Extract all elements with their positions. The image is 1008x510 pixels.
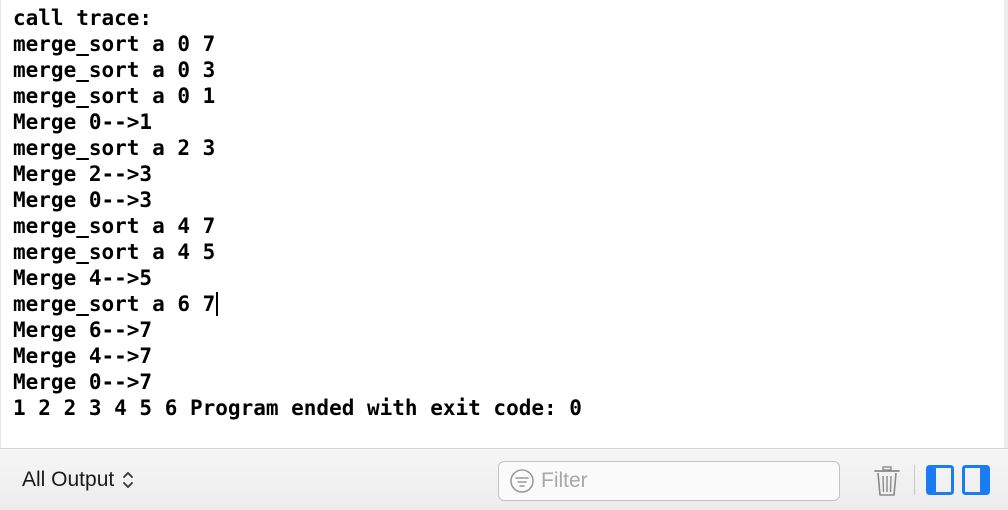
console-line: Merge 2-->3 <box>13 162 153 186</box>
console-line: merge_sort a 0 7 <box>13 32 216 56</box>
console-line: merge_sort a 4 5 <box>13 240 216 264</box>
console-line: Merge 4-->5 <box>13 266 153 290</box>
console-line: Merge 0-->1 <box>13 110 153 134</box>
trash-icon[interactable] <box>872 465 902 497</box>
console-line: Merge 0-->7 <box>13 370 153 394</box>
console-line: merge_sort a 4 7 <box>13 214 216 238</box>
console-line: 1 2 2 3 4 5 6 Program ended with exit co… <box>13 396 582 420</box>
console-line: Merge 0-->3 <box>13 188 153 212</box>
console-line: call trace: <box>13 6 153 30</box>
left-pane-icon[interactable] <box>926 464 954 496</box>
text-caret <box>216 292 219 316</box>
console-bottom-bar: All Output <box>0 448 1008 510</box>
console-line: merge_sort a 6 7 <box>13 292 216 316</box>
console-line: Merge 6-->7 <box>13 318 153 342</box>
console-line: Merge 4-->7 <box>13 344 153 368</box>
console-line: merge_sort a 0 1 <box>13 84 216 108</box>
up-down-chevron-icon <box>123 472 134 488</box>
right-pane-icon[interactable] <box>962 464 990 496</box>
console-line-with-caret: merge_sort a 6 7 <box>13 291 582 317</box>
console-line: merge_sort a 0 3 <box>13 58 216 82</box>
filter-input[interactable] <box>541 469 821 493</box>
console-line: merge_sort a 2 3 <box>13 136 216 160</box>
toolbar-divider <box>914 465 915 495</box>
console-output-area[interactable]: call trace: merge_sort a 0 7 merge_sort a … <box>0 0 1008 448</box>
output-selector-popup[interactable]: All Output <box>22 468 134 492</box>
output-selector-label: All Output <box>22 468 115 491</box>
console-text[interactable]: call trace: merge_sort a 0 7 merge_sort a … <box>13 5 582 421</box>
filter-icon <box>510 469 534 493</box>
scrollbar-track[interactable] <box>1004 0 1008 448</box>
filter-field[interactable] <box>498 461 840 501</box>
